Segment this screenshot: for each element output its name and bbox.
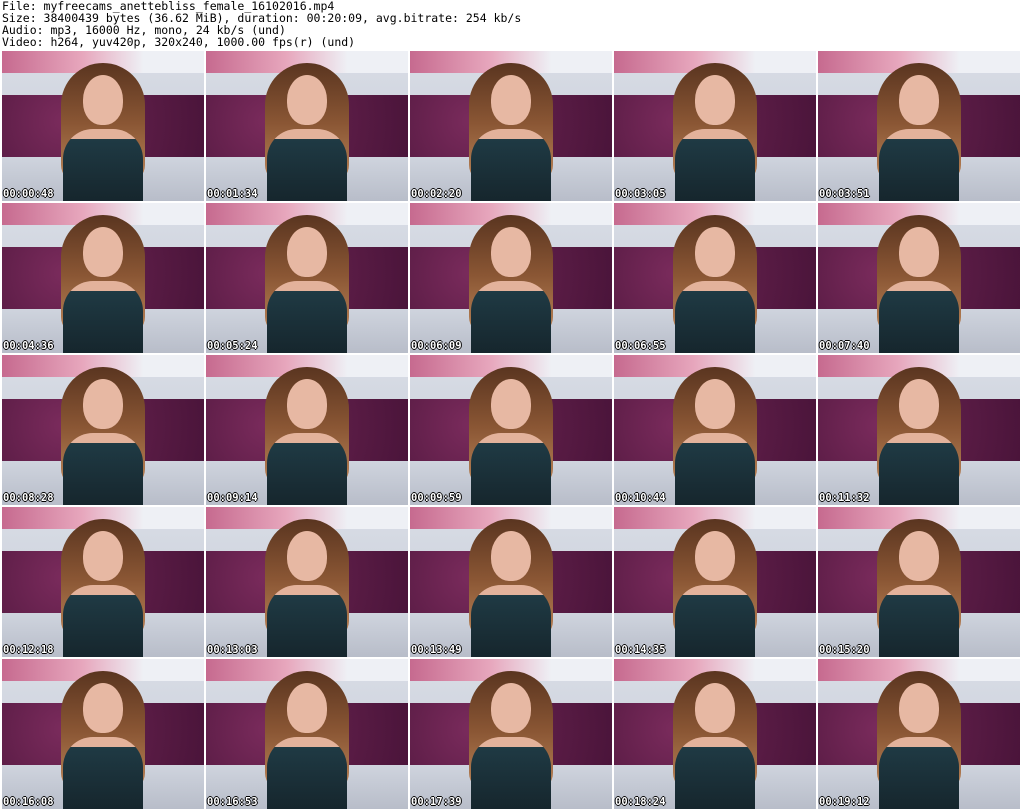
person-figure xyxy=(667,667,763,809)
thumbnail-timestamp: 00:15:20 xyxy=(819,644,870,656)
thumbnail: 00:09:59 xyxy=(410,355,612,505)
person-figure xyxy=(667,363,763,505)
thumbnail-timestamp: 00:09:14 xyxy=(207,492,258,504)
person-figure xyxy=(463,59,559,201)
person-figure xyxy=(667,59,763,201)
thumbnail: 00:14:35 xyxy=(614,507,816,657)
thumbnail-timestamp: 00:05:24 xyxy=(207,340,258,352)
person-figure xyxy=(259,363,355,505)
person-figure xyxy=(871,363,967,505)
thumbnail-timestamp: 00:19:12 xyxy=(819,796,870,808)
thumbnail-timestamp: 00:02:20 xyxy=(411,188,462,200)
thumbnail-timestamp: 00:01:34 xyxy=(207,188,258,200)
thumbnail: 00:04:36 xyxy=(2,203,204,353)
thumbnail-timestamp: 00:06:09 xyxy=(411,340,462,352)
thumbnail-timestamp: 00:09:59 xyxy=(411,492,462,504)
thumbnail-timestamp: 00:08:28 xyxy=(3,492,54,504)
thumbnail-timestamp: 00:12:18 xyxy=(3,644,54,656)
thumbnail-timestamp: 00:13:03 xyxy=(207,644,258,656)
thumbnail-timestamp: 00:04:36 xyxy=(3,340,54,352)
thumbnail-timestamp: 00:13:49 xyxy=(411,644,462,656)
person-figure xyxy=(463,211,559,353)
thumbnail: 00:03:51 xyxy=(818,51,1020,201)
person-figure xyxy=(871,211,967,353)
thumbnail-timestamp: 00:10:44 xyxy=(615,492,666,504)
thumbnail-timestamp: 00:00:48 xyxy=(3,188,54,200)
person-figure xyxy=(463,363,559,505)
video-info-line: Video: h264, yuv420p, 320x240, 1000.00 f… xyxy=(2,35,356,49)
thumbnail: 00:05:24 xyxy=(206,203,408,353)
thumbnail-timestamp: 00:07:40 xyxy=(819,340,870,352)
thumbnail: 00:07:40 xyxy=(818,203,1020,353)
thumbnail: 00:08:28 xyxy=(2,355,204,505)
person-figure xyxy=(55,59,151,201)
thumbnail: 00:11:32 xyxy=(818,355,1020,505)
thumbnail-timestamp: 00:16:53 xyxy=(207,796,258,808)
thumbnail: 00:13:03 xyxy=(206,507,408,657)
thumbnail-timestamp: 00:03:05 xyxy=(615,188,666,200)
person-figure xyxy=(667,515,763,657)
thumbnail: 00:02:20 xyxy=(410,51,612,201)
thumbnail: 00:16:08 xyxy=(2,659,204,809)
thumbnail: 00:06:55 xyxy=(614,203,816,353)
thumbnail: 00:06:09 xyxy=(410,203,612,353)
thumbnail: 00:00:48 xyxy=(2,51,204,201)
thumbnail-timestamp: 00:18:24 xyxy=(615,796,666,808)
person-figure xyxy=(55,363,151,505)
thumbnail: 00:16:53 xyxy=(206,659,408,809)
thumbnail: 00:13:49 xyxy=(410,507,612,657)
thumbnail: 00:17:39 xyxy=(410,659,612,809)
person-figure xyxy=(667,211,763,353)
thumbnail: 00:09:14 xyxy=(206,355,408,505)
thumbnail: 00:03:05 xyxy=(614,51,816,201)
thumbnail: 00:10:44 xyxy=(614,355,816,505)
thumbnail: 00:12:18 xyxy=(2,507,204,657)
person-figure xyxy=(463,667,559,809)
thumbnail: 00:15:20 xyxy=(818,507,1020,657)
person-figure xyxy=(871,515,967,657)
thumbnail-timestamp: 00:16:08 xyxy=(3,796,54,808)
thumbnail-timestamp: 00:11:32 xyxy=(819,492,870,504)
person-figure xyxy=(871,667,967,809)
person-figure xyxy=(259,59,355,201)
file-info-header: File: myfreecams_anettebliss_female_1610… xyxy=(0,0,1024,50)
thumbnail: 00:01:34 xyxy=(206,51,408,201)
person-figure xyxy=(463,515,559,657)
thumbnail-grid: 00:00:48 00:01:34 00:02:20 00:03:05 00:0… xyxy=(2,51,1020,809)
thumbnail: 00:19:12 xyxy=(818,659,1020,809)
person-figure xyxy=(55,211,151,353)
person-figure xyxy=(55,515,151,657)
person-figure xyxy=(871,59,967,201)
thumbnail-timestamp: 00:14:35 xyxy=(615,644,666,656)
person-figure xyxy=(259,515,355,657)
thumbnail-timestamp: 00:17:39 xyxy=(411,796,462,808)
thumbnail-timestamp: 00:06:55 xyxy=(615,340,666,352)
thumbnail-timestamp: 00:03:51 xyxy=(819,188,870,200)
person-figure xyxy=(259,211,355,353)
thumbnail: 00:18:24 xyxy=(614,659,816,809)
person-figure xyxy=(259,667,355,809)
person-figure xyxy=(55,667,151,809)
